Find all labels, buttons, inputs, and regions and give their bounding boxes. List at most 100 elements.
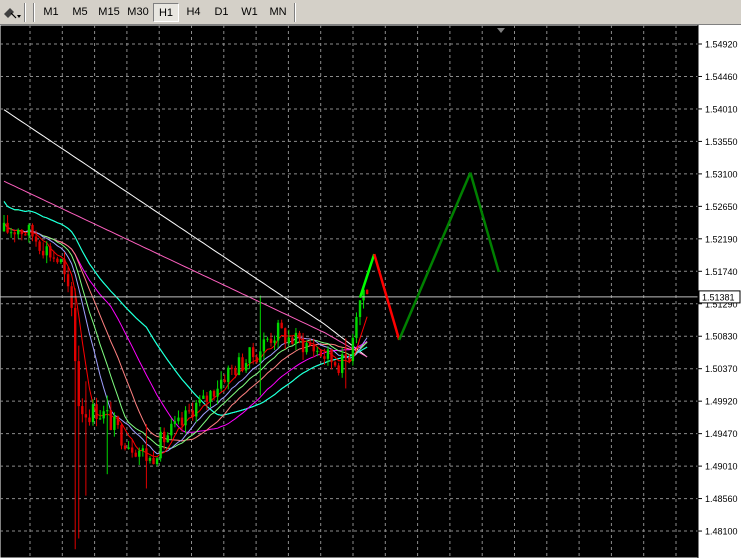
candle-body: [45, 246, 48, 256]
price-axis-tick-label: 1.53550: [705, 137, 738, 147]
candle-body: [202, 395, 205, 399]
price-axis-tick-label: 1.52650: [705, 202, 738, 212]
price-chart[interactable]: 1.54920 1.54460 1.54010 1.53550 1.53100 1.526…: [0, 25, 741, 558]
toolbar-separator: [33, 3, 35, 22]
candle-body: [170, 423, 173, 436]
candle-body: [351, 337, 355, 362]
timeframe-button-m15[interactable]: M15: [95, 3, 123, 22]
candle-body: [130, 447, 134, 453]
candle-body: [298, 332, 301, 339]
price-axis-tick-label: 1.49010: [705, 462, 738, 472]
toolbar: M1 M5 M15 M30 H1 H4 D1 W1 MN: [0, 0, 741, 25]
candle-body: [9, 232, 13, 234]
candle-body: [123, 445, 127, 449]
candle-body: [312, 345, 315, 352]
candle-body: [63, 259, 66, 275]
candle-body: [244, 363, 248, 371]
candle-body: [166, 435, 169, 443]
price-axis-tick-label: 1.48100: [705, 527, 738, 537]
candle-body: [280, 322, 283, 329]
candle-body: [17, 229, 20, 235]
candle-body: [81, 406, 84, 415]
candle-body: [59, 259, 63, 263]
candle-body: [316, 350, 319, 352]
candle-body: [52, 257, 56, 259]
candle-body: [319, 350, 323, 357]
candle-body: [180, 417, 184, 426]
candle-body: [187, 410, 191, 412]
candle-body: [184, 410, 187, 426]
timeframe-button-h1[interactable]: H1: [153, 3, 179, 22]
candle-body: [241, 357, 244, 371]
candle-body: [98, 418, 102, 420]
candle-body: [219, 379, 223, 389]
price-axis-tick-label: 1.49920: [705, 397, 738, 407]
candle-body: [56, 258, 59, 263]
candle-body: [84, 414, 88, 418]
toolbar-separator: [24, 3, 26, 22]
candle-body: [305, 343, 308, 353]
candle-body: [269, 338, 273, 343]
candle-body: [266, 338, 269, 340]
candle-body: [262, 339, 266, 352]
candle-body: [227, 367, 230, 382]
price-axis-tick-label: 1.49470: [705, 429, 738, 439]
timeframe-button-m1[interactable]: M1: [37, 3, 65, 22]
candle-body: [259, 351, 262, 363]
current-price-tag: 1.51381: [698, 290, 741, 304]
candle-body: [116, 416, 120, 426]
candle-body: [145, 448, 148, 461]
timeframe-button-mn[interactable]: MN: [264, 3, 292, 22]
toolbar-separator: [294, 3, 296, 22]
candle-body: [141, 448, 145, 451]
candle-body: [148, 457, 152, 461]
candle-body: [41, 250, 45, 256]
candle-body: [230, 367, 234, 369]
candle-body: [333, 362, 337, 366]
timeframe-button-w1[interactable]: W1: [236, 3, 263, 22]
candle-body: [24, 234, 27, 236]
candle-body: [34, 236, 38, 242]
candle-body: [106, 410, 109, 412]
candle-body: [120, 425, 123, 446]
price-axis-tick-label: 1.54010: [705, 104, 738, 114]
candle-body: [255, 357, 258, 363]
candle-body: [109, 410, 112, 430]
candle-body: [287, 337, 290, 344]
candle-body: [134, 452, 137, 457]
candle-body: [294, 332, 298, 344]
candle-body: [152, 457, 155, 465]
price-axis-tick-label: 1.48560: [705, 494, 738, 504]
candle-body: [77, 361, 80, 407]
candle-body: [276, 322, 280, 341]
candle-body: [291, 337, 294, 344]
candle-body: [252, 347, 255, 358]
candle-body: [337, 365, 340, 373]
candle-body: [49, 246, 52, 258]
candle-body: [301, 338, 305, 353]
timeframe-button-d1[interactable]: D1: [208, 3, 235, 22]
candle-body: [248, 347, 251, 364]
candle-body: [284, 328, 287, 344]
candle-body: [237, 357, 241, 375]
candle-body: [308, 343, 312, 346]
candle-body: [38, 241, 41, 251]
candle-body: [273, 340, 276, 343]
candle-body: [209, 390, 212, 402]
candle-body: [91, 404, 95, 423]
price-axis-tick-label: 1.53100: [705, 169, 738, 179]
candle-body: [88, 417, 91, 423]
candle-body: [195, 402, 198, 417]
candle-body: [358, 300, 362, 318]
candle-body: [223, 379, 226, 382]
price-axis-tick-label: 1.54920: [705, 40, 738, 50]
candle-body: [355, 317, 358, 338]
crosshair-dropdown-icon[interactable]: [2, 4, 22, 20]
candle-body: [191, 410, 194, 417]
timeframe-button-m30[interactable]: M30: [124, 3, 152, 22]
timeframe-button-h4[interactable]: H4: [180, 3, 207, 22]
candle-body: [20, 229, 23, 235]
timeframe-button-m5[interactable]: M5: [66, 3, 94, 22]
candle-body: [326, 349, 330, 359]
candle-body: [66, 274, 70, 287]
